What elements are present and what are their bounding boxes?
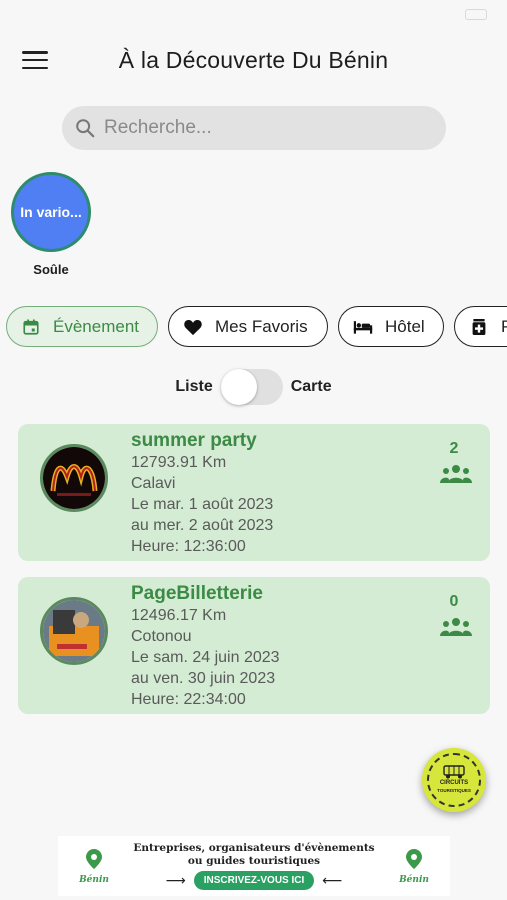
toggle-label-carte: Carte xyxy=(290,378,332,395)
signup-banner[interactable]: Bénin Entreprises, organisateurs d'évène… xyxy=(58,836,450,896)
event-start-date: Le sam. 24 juin 2023 xyxy=(131,649,280,666)
group-icon xyxy=(440,465,472,483)
event-distance: 12496.17 Km xyxy=(131,607,227,624)
group-icon xyxy=(440,618,472,636)
battery-icon xyxy=(465,8,487,20)
event-time: Heure: 22:34:00 xyxy=(131,691,246,708)
search-icon xyxy=(76,119,95,138)
event-info: PageBilletterie 12496.17 Km Cotonou Le s… xyxy=(131,583,280,710)
event-card[interactable]: summer party 12793.91 Km Calavi Le mar. … xyxy=(18,424,490,561)
filter-chip-pharmacie[interactable]: P xyxy=(454,306,507,347)
participant-count: 0 xyxy=(449,593,459,610)
fab-label: CIRCUITS TOURISTIQUES xyxy=(437,780,471,795)
heart-icon xyxy=(183,317,203,337)
page-title: À la Découverte Du Bénin xyxy=(118,46,389,73)
filter-chip-label: Évènement xyxy=(53,316,139,336)
filter-chips: Évènement Mes Favoris Hôtel P xyxy=(6,306,507,348)
banner-line1: Entreprises, organisateurs d'évènements xyxy=(133,842,375,854)
bed-icon xyxy=(353,317,373,337)
bus-icon xyxy=(443,765,465,779)
banner-cta-row: ⟶ INSCRIVEZ-VOUS ICI ⟵ xyxy=(118,871,390,890)
arrow-left-icon: ⟵ xyxy=(322,872,343,888)
banner-line2: ou guides touristiques xyxy=(187,855,321,867)
filter-chip-label: Hôtel xyxy=(385,316,425,336)
filter-chip-label: Mes Favoris xyxy=(215,316,308,336)
fab-label-line1: CIRCUITS xyxy=(439,780,469,786)
fab-label-line2: TOURISTIQUES xyxy=(437,788,471,793)
view-toggle: Liste Carte xyxy=(0,368,507,406)
circuits-badge: CIRCUITS TOURISTIQUES xyxy=(427,753,481,807)
benin-logo-right: Bénin xyxy=(390,848,438,885)
circuits-touristiques-button[interactable]: CIRCUITS TOURISTIQUES xyxy=(422,748,486,812)
map-pin-icon xyxy=(86,848,102,869)
filter-chip-evenement[interactable]: Évènement xyxy=(6,306,158,347)
event-title: summer party xyxy=(131,430,257,451)
arrow-right-icon: ⟶ xyxy=(165,872,186,888)
event-info: summer party 12793.91 Km Calavi Le mar. … xyxy=(131,430,273,557)
map-pin-icon xyxy=(406,848,422,869)
view-switch[interactable] xyxy=(220,369,283,405)
event-title: PageBilletterie xyxy=(131,583,263,604)
event-end-date: au mer. 2 août 2023 xyxy=(131,517,274,534)
app-bar: À la Découverte Du Bénin xyxy=(0,38,507,82)
category-label: Soûle xyxy=(33,262,69,277)
switch-knob xyxy=(220,369,257,405)
logo-text: Bénin xyxy=(399,874,429,885)
search-bar[interactable] xyxy=(62,106,446,150)
toggle-label-liste: Liste xyxy=(175,378,213,395)
event-end-date: au ven. 30 juin 2023 xyxy=(131,670,276,687)
event-city: Calavi xyxy=(131,475,176,492)
category-item[interactable]: In vario... Soûle xyxy=(10,172,92,277)
event-image xyxy=(40,597,108,665)
benin-logo-left: Bénin xyxy=(70,848,118,885)
search-input[interactable] xyxy=(104,117,424,139)
event-card[interactable]: PageBilletterie 12496.17 Km Cotonou Le s… xyxy=(18,577,490,714)
event-time: Heure: 12:36:00 xyxy=(131,538,246,555)
pharmacy-icon xyxy=(469,317,489,337)
signup-cta-button[interactable]: INSCRIVEZ-VOUS ICI xyxy=(193,871,315,890)
event-city: Cotonou xyxy=(131,628,192,645)
banner-content: Entreprises, organisateurs d'évènements … xyxy=(118,842,390,890)
logo-text: Bénin xyxy=(79,874,109,885)
category-bubble[interactable]: In vario... xyxy=(11,172,91,252)
filter-chip-label: P xyxy=(501,316,507,336)
status-bar xyxy=(0,0,507,28)
event-image xyxy=(40,444,108,512)
participant-count: 2 xyxy=(449,440,459,457)
event-distance: 12793.91 Km xyxy=(131,454,227,471)
calendar-icon xyxy=(21,317,41,337)
event-start-date: Le mar. 1 août 2023 xyxy=(131,496,274,513)
filter-chip-favoris[interactable]: Mes Favoris xyxy=(168,306,328,347)
filter-chip-hotel[interactable]: Hôtel xyxy=(338,306,444,347)
event-list: summer party 12793.91 Km Calavi Le mar. … xyxy=(18,424,490,730)
